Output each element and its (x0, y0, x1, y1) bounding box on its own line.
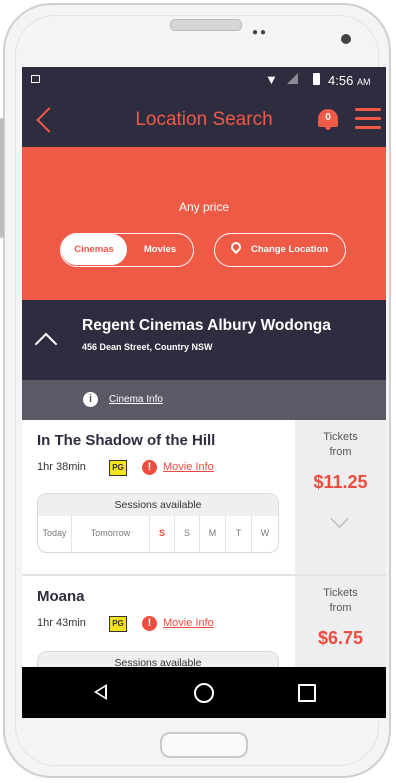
sessions-header: Sessions available (38, 652, 278, 667)
expand-chevron-icon[interactable] (330, 509, 349, 528)
toggle-movies[interactable]: Movies (127, 234, 193, 265)
nav-recents-icon[interactable] (298, 684, 316, 702)
movie-duration: 1hr 38min (37, 461, 86, 473)
price-filter-label[interactable]: Any price (22, 200, 386, 214)
ticket-price: $11.25 (313, 472, 368, 492)
alert-icon: ! (142, 460, 157, 475)
day-tue[interactable]: T (226, 516, 252, 552)
ticket-price: $6.75 (317, 628, 364, 648)
cinema-header[interactable]: Regent Cinemas Albury Wodonga 456 Dean S… (22, 300, 386, 380)
phone-sensors: ●● (252, 27, 269, 38)
movie-card: In The Shadow of the Hill 1hr 38min PG !… (22, 420, 386, 574)
status-time: 4:56 AM (328, 73, 371, 88)
alert-icon: ! (142, 616, 157, 631)
sessions-selector: Sessions available Today Tomorrow S S M … (37, 493, 279, 553)
notification-bell-icon[interactable]: 0 (317, 107, 339, 131)
sessions-selector: Sessions available (37, 651, 279, 667)
phone-speaker (170, 19, 242, 31)
nav-home-icon[interactable] (194, 683, 214, 703)
movie-title: In The Shadow of the Hill (37, 432, 216, 449)
ticket-panel[interactable]: Tickets from $11.25 (295, 420, 386, 574)
collapse-chevron-icon[interactable] (34, 332, 58, 356)
status-bar: ▼ 4:56 AM (22, 67, 386, 93)
tickets-from-label: Tickets from (323, 431, 358, 458)
image-notification-icon (31, 75, 40, 83)
cinema-info-link[interactable]: Cinema Info (109, 394, 163, 405)
tickets-from-label: Tickets from (323, 587, 358, 614)
day-today[interactable]: Today (38, 516, 72, 552)
signal-icon (287, 73, 298, 84)
change-location-label: Change Location (251, 244, 329, 255)
cinemas-movies-toggle: Cinemas Movies (60, 233, 194, 267)
location-pin-icon (228, 239, 244, 255)
day-sat[interactable]: S (150, 516, 175, 552)
day-mon[interactable]: M (200, 516, 226, 552)
movie-main: Moana 1hr 43min PG ! Movie Info Sessions… (22, 576, 295, 667)
nav-back-icon[interactable] (94, 684, 107, 700)
android-nav-bar (22, 667, 386, 718)
day-tomorrow[interactable]: Tomorrow (72, 516, 150, 552)
phone-camera (341, 34, 351, 44)
movie-info-link[interactable]: Movie Info (163, 461, 214, 473)
hamburger-menu-icon[interactable] (355, 108, 381, 130)
movie-duration: 1hr 43min (37, 617, 86, 629)
cinema-info-bar: i Cinema Info (22, 380, 386, 420)
notification-count: 0 (325, 112, 331, 123)
day-wed[interactable]: W (252, 516, 278, 552)
session-days: Today Tomorrow S S M T W (38, 516, 278, 552)
cinema-name: Regent Cinemas Albury Wodonga (82, 317, 331, 334)
change-location-button[interactable]: Change Location (214, 233, 346, 267)
cinema-address: 456 Dean Street, Country NSW (82, 342, 213, 352)
movie-title: Moana (37, 588, 85, 605)
movie-main: In The Shadow of the Hill 1hr 38min PG !… (22, 420, 295, 574)
ticket-panel[interactable]: Tickets from $6.75 (295, 576, 386, 667)
sessions-header: Sessions available (38, 494, 278, 516)
toggle-cinemas[interactable]: Cinemas (61, 234, 127, 265)
filter-panel: Any price Cinemas Movies Change Location (22, 147, 386, 300)
day-sun[interactable]: S (175, 516, 200, 552)
battery-icon (313, 73, 320, 85)
movie-info-link[interactable]: Movie Info (163, 617, 214, 629)
movie-card: Moana 1hr 43min PG ! Movie Info Sessions… (22, 576, 386, 667)
info-icon: i (83, 392, 98, 407)
rating-badge: PG (109, 616, 127, 632)
phone-side-button (0, 118, 4, 238)
wifi-icon: ▼ (265, 72, 278, 87)
phone-home-button[interactable] (160, 732, 248, 758)
rating-badge: PG (109, 460, 127, 476)
app-screen: ▼ 4:56 AM Location Search 0 Any price Ci… (22, 67, 386, 718)
app-header: Location Search 0 (22, 93, 386, 147)
